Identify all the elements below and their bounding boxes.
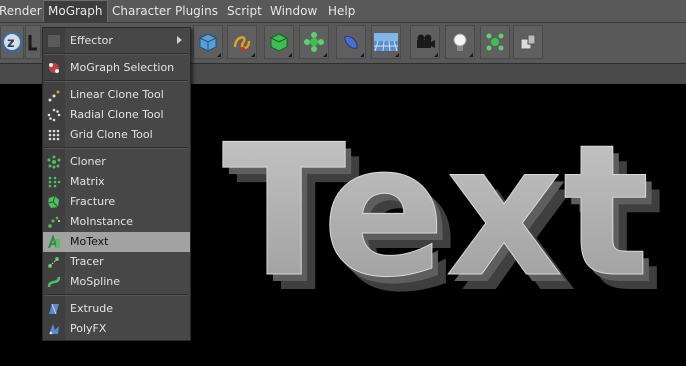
menu-item-grid-clone-tool[interactable]: Grid Clone Tool — [43, 125, 190, 145]
deformer-icon[interactable] — [336, 25, 366, 59]
effector-icon — [48, 35, 60, 47]
menu-separator — [45, 53, 188, 55]
mograph-menu-dropdown: Effector MoGraph Selection Linear Clone … — [42, 27, 191, 341]
fracture-icon — [47, 195, 59, 208]
radial-clone-icon — [47, 108, 61, 122]
grid-clone-icon — [48, 129, 60, 141]
undo-z-icon[interactable]: z — [0, 25, 24, 59]
menu-item-moinstance[interactable]: MoInstance — [43, 212, 190, 232]
menu-item-effector[interactable]: Effector — [43, 31, 190, 51]
menu-item-tracer[interactable]: Tracer — [43, 252, 190, 272]
light-icon[interactable] — [445, 25, 475, 59]
text-object: Text — [222, 105, 650, 317]
cube-icon[interactable] — [193, 25, 223, 59]
moinstance-icon — [48, 216, 60, 228]
menu-item-cloner[interactable]: Cloner — [43, 152, 190, 172]
floor-icon[interactable] — [371, 25, 401, 59]
mograph-selection-icon — [49, 63, 59, 73]
menu-item-linear-clone-tool[interactable]: Linear Clone Tool — [43, 85, 190, 105]
submenu-arrow-icon — [177, 36, 182, 44]
menu-character[interactable]: Character — [112, 0, 171, 22]
menu-script[interactable]: Script — [227, 0, 262, 22]
array-icon[interactable] — [299, 25, 329, 59]
menu-window[interactable]: Window — [270, 0, 317, 22]
tag-icon[interactable] — [513, 25, 543, 59]
menu-plugins[interactable]: Plugins — [175, 0, 218, 22]
menu-separator — [45, 294, 188, 296]
matrix-icon — [48, 176, 61, 188]
menu-separator — [45, 80, 188, 82]
menu-separator — [45, 147, 188, 149]
menu-item-mospline[interactable]: MoSpline — [43, 272, 190, 292]
svg-text:z: z — [7, 36, 15, 51]
mospline-icon — [47, 276, 61, 288]
menu-item-motext[interactable]: MoText — [43, 232, 190, 252]
polyfx-icon — [49, 324, 59, 335]
menu-item-polyfx[interactable]: PolyFX — [43, 319, 190, 339]
linear-clone-icon — [48, 90, 60, 102]
camera-icon[interactable] — [410, 25, 440, 59]
menu-mograph[interactable]: MoGraph — [43, 0, 108, 22]
extrude-icon — [49, 303, 59, 315]
menu-item-fracture[interactable]: Fracture — [43, 192, 190, 212]
cloner-icon — [47, 155, 61, 169]
menu-item-matrix[interactable]: Matrix — [43, 172, 190, 192]
menu-bar: Render MoGraph Character Plugins Script … — [0, 0, 686, 23]
nurbs-icon[interactable] — [264, 25, 294, 59]
menu-help[interactable]: Help — [328, 0, 355, 22]
motext-icon — [48, 235, 60, 249]
menu-render[interactable]: Render — [0, 0, 42, 22]
menu-item-radial-clone-tool[interactable]: Radial Clone Tool — [43, 105, 190, 125]
tracer-icon — [48, 257, 59, 268]
menu-item-mograph-selection[interactable]: MoGraph Selection — [43, 58, 190, 78]
move-icon[interactable] — [25, 25, 41, 59]
spline-icon[interactable] — [227, 25, 257, 59]
mograph-icon[interactable] — [480, 25, 510, 59]
menu-item-extrude[interactable]: Extrude — [43, 299, 190, 319]
